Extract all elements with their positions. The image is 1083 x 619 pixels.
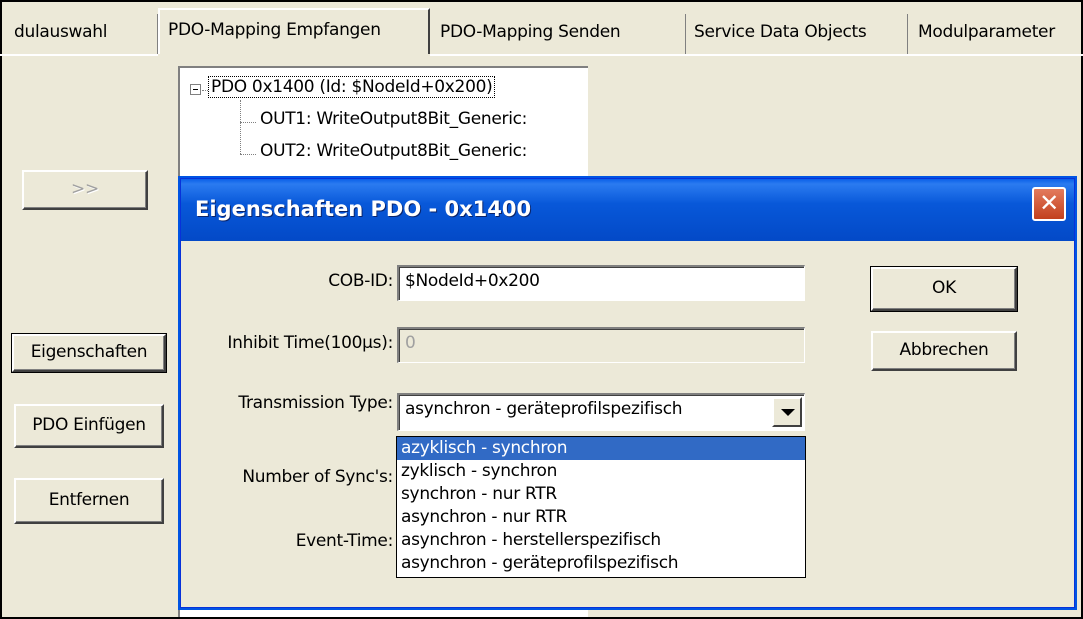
tab-modulauswahl[interactable]: dulauswahl: [6, 14, 158, 54]
dialog-titlebar[interactable]: Eigenschaften PDO - 0x1400 ✕: [181, 179, 1074, 241]
cob-id-label: COB-ID:: [328, 271, 393, 291]
remove-label: Entfernen: [48, 490, 130, 510]
close-icon[interactable]: ✕: [1032, 187, 1066, 221]
tab-label: Service Data Objects: [694, 22, 867, 42]
properties-label: Eigenschaften: [30, 342, 148, 362]
tab-service-data-objects[interactable]: Service Data Objects: [686, 14, 908, 54]
chevron-down-icon[interactable]: [772, 397, 802, 427]
tree-connector: [240, 100, 241, 154]
tree-node-label: OUT2: WriteOutput8Bit_Generic:: [260, 141, 528, 161]
dropdown-option[interactable]: asynchron - nur RTR: [397, 506, 805, 529]
tree-node-label: OUT1: WriteOutput8Bit_Generic:: [260, 109, 528, 129]
dialog-title: Eigenschaften PDO - 0x1400: [195, 197, 532, 221]
ok-button[interactable]: OK: [870, 266, 1018, 312]
dropdown-option[interactable]: asynchron - geräteprofilspezifisch: [397, 552, 805, 575]
insert-pdo-label: PDO Einfügen: [32, 415, 146, 435]
tab-pdo-mapping-empfangen[interactable]: PDO-Mapping Empfangen: [158, 8, 430, 56]
tree-node-pdo[interactable]: PDO 0x1400 (Id: $NodeId+0x200): [208, 76, 496, 98]
properties-button[interactable]: Eigenschaften: [11, 333, 167, 373]
dropdown-option[interactable]: synchron - nur RTR: [397, 483, 805, 506]
number-of-syncs-label: Number of Sync's:: [242, 467, 393, 487]
cancel-button[interactable]: Abbrechen: [871, 331, 1017, 371]
tree-connector: [240, 122, 256, 123]
move-right-label: >>: [71, 179, 99, 199]
tab-modulparameter[interactable]: Modulparameter: [910, 14, 1078, 54]
tree-node-label: PDO 0x1400 (Id: $NodeId+0x200): [208, 76, 496, 98]
move-right-button[interactable]: >>: [22, 170, 148, 210]
event-time-label: Event-Time:: [295, 531, 394, 551]
tab-label: Modulparameter: [918, 22, 1055, 42]
dropdown-option[interactable]: zyklisch - synchron: [397, 460, 805, 483]
minus-box-icon[interactable]: [190, 84, 201, 95]
transmission-type-value: asynchron - geräteprofilspezifisch: [405, 399, 683, 419]
dropdown-option[interactable]: azyklisch - synchron: [397, 437, 805, 460]
ok-label: OK: [932, 278, 956, 298]
remove-button[interactable]: Entfernen: [14, 478, 164, 524]
transmission-type-dropdown[interactable]: azyklisch - synchron zyklisch - synchron…: [396, 436, 806, 578]
transmission-type-label: Transmission Type:: [238, 393, 393, 413]
insert-pdo-button[interactable]: PDO Einfügen: [14, 404, 164, 448]
tree-node-out2[interactable]: OUT2: WriteOutput8Bit_Generic:: [260, 141, 527, 161]
cob-id-input[interactable]: $NodeId+0x200: [397, 265, 805, 301]
cancel-label: Abbrechen: [899, 340, 989, 360]
tree-connector: [240, 154, 256, 155]
inhibit-time-label: Inhibit Time(100µs):: [227, 333, 393, 353]
tab-label: PDO-Mapping Empfangen: [168, 20, 381, 40]
dropdown-option[interactable]: asynchron - herstellerspezifisch: [397, 529, 805, 552]
transmission-type-select[interactable]: asynchron - geräteprofilspezifisch: [397, 393, 805, 431]
tab-pdo-mapping-senden[interactable]: PDO-Mapping Senden: [432, 14, 686, 54]
tab-label: PDO-Mapping Senden: [440, 22, 621, 42]
tab-divider-gap: [158, 54, 430, 57]
tree-node-out1[interactable]: OUT1: WriteOutput8Bit_Generic:: [260, 109, 527, 129]
inhibit-time-input: 0: [397, 327, 805, 363]
tab-label: dulauswahl: [14, 22, 108, 42]
